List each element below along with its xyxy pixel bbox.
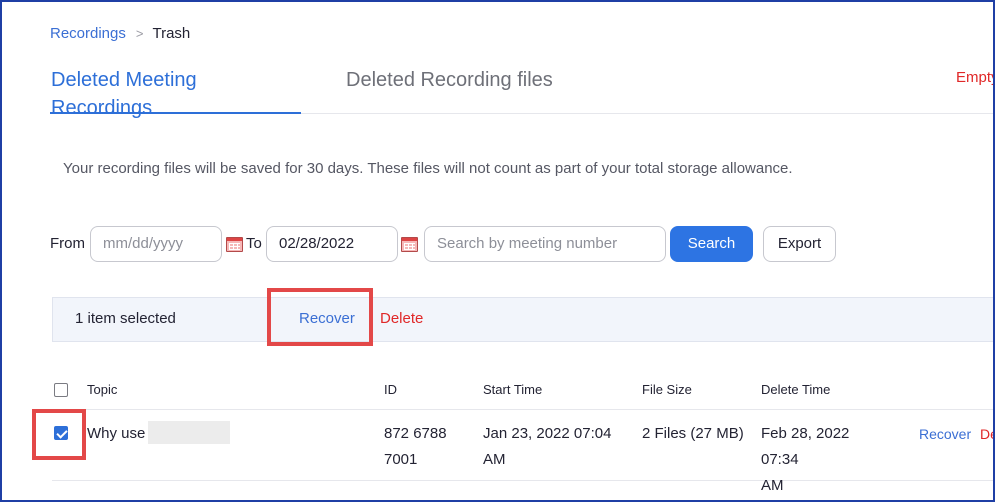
empty-trash-link[interactable]: Empty	[956, 69, 993, 86]
from-label: From	[50, 235, 85, 252]
row-topic-text: Why use	[87, 425, 146, 442]
breadcrumb-current: Trash	[152, 25, 191, 42]
breadcrumb-separator: >	[135, 26, 144, 41]
breadcrumb: Recordings > Trash	[50, 25, 190, 42]
bulk-delete-button[interactable]: Delete	[380, 310, 423, 327]
row-start-time-line1: Jan 23, 2022 07:04	[483, 425, 612, 442]
page: Recordings > Trash Deleted Meeting Recor…	[2, 2, 993, 500]
select-all-checkbox[interactable]	[54, 383, 68, 397]
column-id: ID	[384, 382, 397, 397]
table-row: Why use 872 6788 7001 Jan 23, 2022 07:04…	[52, 411, 993, 494]
row-meeting-id-line1: 872 6788	[384, 425, 447, 442]
column-start-time: Start Time	[483, 382, 543, 397]
row-recover-button[interactable]: Recover	[919, 421, 971, 447]
table-header: Topic ID Start Time File Size Delete Tim…	[52, 372, 993, 410]
bulk-recover-button[interactable]: Recover	[299, 310, 355, 327]
row-checkbox[interactable]	[54, 426, 68, 440]
tab-bar: Deleted Meeting Recordings Deleted Recor…	[50, 66, 993, 119]
redacted-text-block	[148, 420, 231, 444]
column-file-size: File Size	[642, 382, 692, 397]
row-delete-time: Feb 28, 2022 07:34 AM	[761, 421, 881, 499]
to-date-input[interactable]: 02/28/2022	[266, 226, 398, 262]
row-delete-button[interactable]: De	[980, 421, 993, 447]
row-delete-time-line1: Feb 28, 2022 07:34	[761, 425, 850, 468]
tab-deleted-recording-files[interactable]: Deleted Recording files	[346, 66, 553, 114]
column-topic: Topic	[87, 382, 118, 397]
from-date-input[interactable]: mm/dd/yyyy	[90, 226, 222, 262]
row-delete-time-line2: AM	[761, 477, 784, 494]
retention-notice: Your recording files will be saved for 3…	[63, 160, 793, 177]
breadcrumb-recordings-link[interactable]: Recordings	[50, 25, 126, 42]
selected-count: 1 item selected	[75, 310, 176, 327]
row-start-time-line2: AM	[483, 451, 506, 468]
row-meeting-id: 872 6788 7001	[384, 421, 464, 473]
row-start-time: Jan 23, 2022 07:04 AM	[483, 421, 623, 473]
calendar-icon[interactable]	[401, 237, 418, 252]
tab-deleted-meeting-recordings[interactable]: Deleted Meeting Recordings	[50, 66, 301, 119]
calendar-icon[interactable]	[226, 237, 243, 252]
export-button[interactable]: Export	[763, 226, 836, 262]
row-topic: Why use	[87, 420, 231, 447]
search-input[interactable]: Search by meeting number	[424, 226, 666, 262]
column-delete-time: Delete Time	[761, 382, 831, 397]
to-label: To	[246, 235, 262, 252]
selection-bar: 1 item selected Recover Delete	[52, 297, 993, 342]
search-button[interactable]: Search	[670, 226, 753, 262]
row-meeting-id-line2: 7001	[384, 451, 418, 468]
row-file-size: 2 Files (27 MB)	[642, 425, 744, 442]
